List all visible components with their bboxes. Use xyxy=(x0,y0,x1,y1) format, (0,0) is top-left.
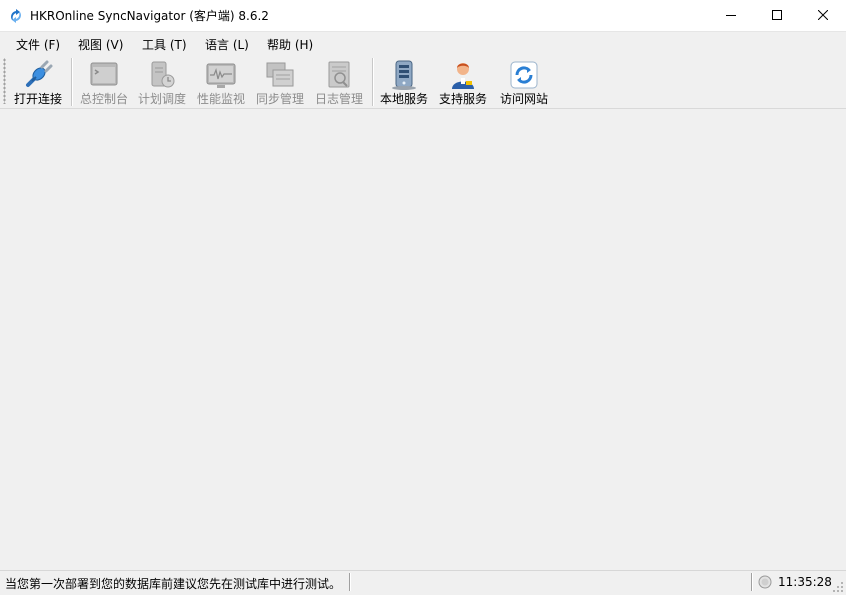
close-button[interactable] xyxy=(800,0,846,31)
local-service-label: 本地服务 xyxy=(379,92,428,106)
support-service-button[interactable]: 支持服务 xyxy=(435,55,491,107)
maximize-button[interactable] xyxy=(754,0,800,31)
performance-monitor-label: 性能监视 xyxy=(196,92,245,106)
menu-language[interactable]: 语言 (L) xyxy=(205,36,249,53)
console-button[interactable]: 总控制台 xyxy=(76,55,132,107)
menu-view[interactable]: 视图 (V) xyxy=(78,36,123,53)
visit-website-label: 访问网站 xyxy=(499,92,548,106)
resize-grip-icon[interactable] xyxy=(832,581,844,593)
maximize-icon xyxy=(772,10,782,20)
open-connection-button[interactable]: 打开连接 xyxy=(9,55,67,107)
console-icon xyxy=(90,62,118,86)
sync-manage-label: 同步管理 xyxy=(255,92,304,106)
support-service-label: 支持服务 xyxy=(438,92,487,106)
minimize-icon xyxy=(726,15,736,16)
refresh-web-icon xyxy=(510,61,538,89)
visit-website-button[interactable]: 访问网站 xyxy=(494,55,554,107)
toolbar: 打开连接 总控制台 计划调度 性能监视 同步管理 日志管理 本地服务 支持服务 … xyxy=(0,55,846,109)
support-person-icon xyxy=(452,63,474,89)
title-bar[interactable]: HKROnline SyncNavigator (客户端) 8.6.2 xyxy=(0,0,846,32)
main-workspace xyxy=(0,109,846,570)
menu-file[interactable]: 文件 (F) xyxy=(16,36,60,53)
status-message: 当您第一次部署到您的数据库前建议您先在测试库中进行测试。 xyxy=(5,577,342,591)
status-clock: 11:35:28 xyxy=(778,575,832,589)
status-bar: 当您第一次部署到您的数据库前建议您先在测试库中进行测试。 11:35:28 xyxy=(0,570,846,595)
toolbar-separator xyxy=(372,58,374,106)
status-divider xyxy=(349,573,351,591)
menu-tools[interactable]: 工具 (T) xyxy=(142,36,187,53)
connection-status-icon xyxy=(758,575,772,589)
schedule-label: 计划调度 xyxy=(137,92,186,106)
schedule-icon xyxy=(151,61,175,88)
log-manage-label: 日志管理 xyxy=(314,92,363,106)
server-icon xyxy=(392,60,416,90)
sync-logo-icon xyxy=(11,9,21,23)
log-manage-button[interactable]: 日志管理 xyxy=(311,55,367,107)
close-icon xyxy=(818,10,828,20)
sync-manage-button[interactable]: 同步管理 xyxy=(252,55,308,107)
minimize-button[interactable] xyxy=(708,0,754,31)
window-title: HKROnline SyncNavigator (客户端) 8.6.2 xyxy=(30,9,269,23)
sync-manage-icon xyxy=(266,62,294,87)
schedule-button[interactable]: 计划调度 xyxy=(134,55,190,107)
local-service-button[interactable]: 本地服务 xyxy=(376,55,432,107)
performance-monitor-icon xyxy=(206,63,236,88)
log-manage-icon xyxy=(328,61,350,88)
toolbar-separator xyxy=(71,58,73,106)
menu-help[interactable]: 帮助 (H) xyxy=(267,36,313,53)
performance-monitor-button[interactable]: 性能监视 xyxy=(193,55,249,107)
console-label: 总控制台 xyxy=(79,92,128,106)
open-connection-label: 打开连接 xyxy=(13,92,62,106)
menu-bar: 文件 (F) 视图 (V) 工具 (T) 语言 (L) 帮助 (H) xyxy=(0,32,846,54)
plug-connect-icon xyxy=(26,60,53,87)
toolbar-grip[interactable] xyxy=(3,58,6,104)
status-divider xyxy=(751,573,753,591)
